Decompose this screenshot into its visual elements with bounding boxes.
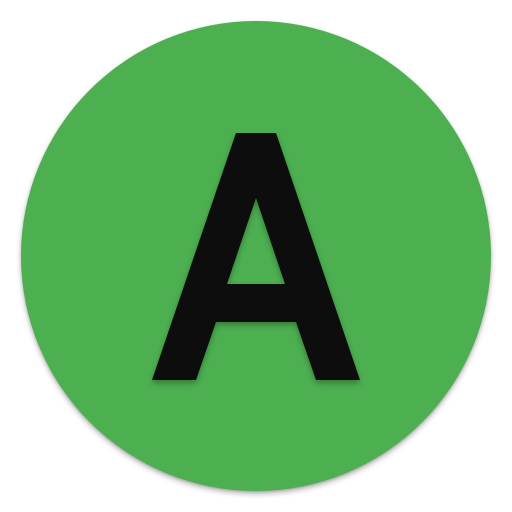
app-icon: A bbox=[0, 0, 512, 512]
letter-a-glyph bbox=[152, 133, 360, 380]
letter-a-icon: A bbox=[152, 133, 360, 380]
